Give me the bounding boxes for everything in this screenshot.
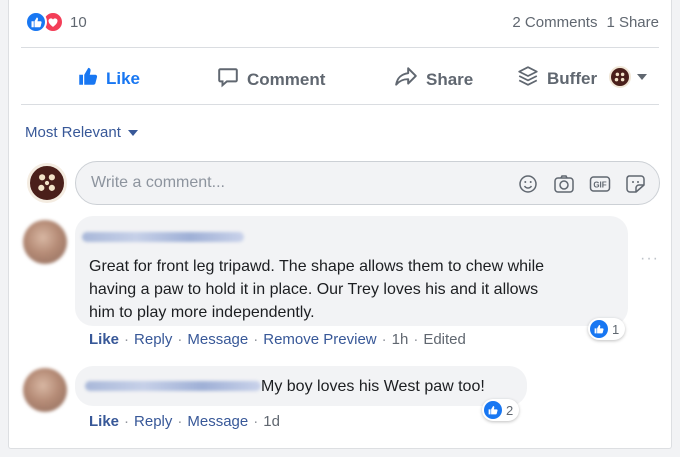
comment-button-label: Comment — [247, 69, 326, 89]
chevron-down-icon — [127, 129, 138, 136]
like-reaction-icon — [484, 401, 502, 419]
buffer-button[interactable]: Buffer — [517, 66, 597, 91]
emoji-icon[interactable] — [517, 174, 539, 194]
comment-text: Great for front leg tripawd. The shape a… — [89, 255, 621, 324]
buffer-button-label: Buffer — [547, 68, 598, 88]
engagement-stats: 2 Comments 1 Share — [512, 14, 659, 31]
comment-author-name[interactable] — [82, 232, 244, 242]
like-button[interactable]: Like — [78, 66, 140, 91]
page-avatar-icon — [609, 66, 631, 88]
comment-reaction-badge[interactable]: 1 — [588, 318, 626, 340]
remove-preview-link[interactable]: Remove Preview — [263, 331, 376, 348]
reaction-count[interactable]: 10 — [70, 14, 87, 31]
chevron-down-icon — [637, 74, 647, 80]
comment-like-link[interactable]: Like — [89, 413, 119, 430]
comment-reply-link[interactable]: Reply — [134, 331, 172, 348]
comment-reaction-count: 2 — [506, 402, 514, 418]
comment-sort-label: Most Relevant — [25, 124, 121, 141]
commenter-avatar[interactable] — [23, 368, 67, 412]
comment-text-line: having a paw to hold it in place. Our Tr… — [89, 281, 539, 298]
share-button[interactable]: Share — [394, 66, 473, 93]
camera-icon[interactable] — [553, 174, 575, 194]
sticker-icon[interactable] — [625, 174, 647, 194]
comment-message-link[interactable]: Message — [187, 413, 248, 430]
thumbs-up-icon — [78, 66, 98, 91]
comment-edited-label[interactable]: Edited — [423, 331, 466, 348]
comment-reply-link[interactable]: Reply — [134, 413, 172, 430]
comment-text-line: him to play more independently. — [89, 304, 315, 321]
comment-timestamp[interactable]: 1d — [263, 413, 280, 430]
like-reaction-icon — [25, 11, 47, 33]
gif-icon[interactable]: GIF — [589, 174, 611, 194]
divider — [21, 47, 659, 48]
comment-actions: Like · Reply · Message · Remove Preview … — [89, 331, 466, 348]
reactions-summary[interactable]: 10 — [25, 10, 87, 34]
comment-icon — [217, 66, 239, 93]
avatar — [27, 163, 67, 203]
share-button-label: Share — [426, 69, 474, 89]
comment-options-icon[interactable]: ··· — [640, 250, 659, 268]
comment-actions: Like · Reply · Message · 1d — [89, 413, 280, 430]
page-identity-selector[interactable] — [609, 66, 647, 88]
comment-like-link[interactable]: Like — [89, 331, 119, 348]
comment-input[interactable] — [91, 174, 491, 192]
like-reaction-icon — [590, 320, 608, 338]
composer-tools: GIF — [517, 174, 647, 194]
buffer-stack-icon — [517, 66, 539, 91]
divider — [21, 104, 659, 105]
comment-composer[interactable]: GIF — [75, 161, 660, 205]
comment-timestamp[interactable]: 1h — [392, 331, 409, 348]
comment-reaction-count: 1 — [612, 321, 620, 337]
comment-author-name[interactable] — [85, 381, 261, 391]
shares-count-link[interactable]: 1 Share — [606, 14, 659, 31]
post-footer-card: 10 2 Comments 1 Share Like Comment Share — [8, 0, 672, 449]
comments-count-link[interactable]: 2 Comments — [512, 14, 597, 31]
comment-sort-dropdown[interactable]: Most Relevant — [25, 124, 138, 141]
comment-text-line: Great for front leg tripawd. The shape a… — [89, 258, 545, 275]
svg-text:GIF: GIF — [593, 181, 606, 190]
comment-button[interactable]: Comment — [217, 66, 325, 93]
commenter-avatar[interactable] — [23, 220, 67, 264]
like-button-label: Like — [106, 68, 141, 88]
comment-text: My boy loves his West paw too! — [261, 378, 485, 395]
share-arrow-icon — [394, 66, 418, 93]
comment-message-link[interactable]: Message — [187, 331, 248, 348]
comment-reaction-badge[interactable]: 2 — [482, 399, 520, 421]
post-action-bar: Like Comment Share Buffer — [21, 50, 659, 102]
